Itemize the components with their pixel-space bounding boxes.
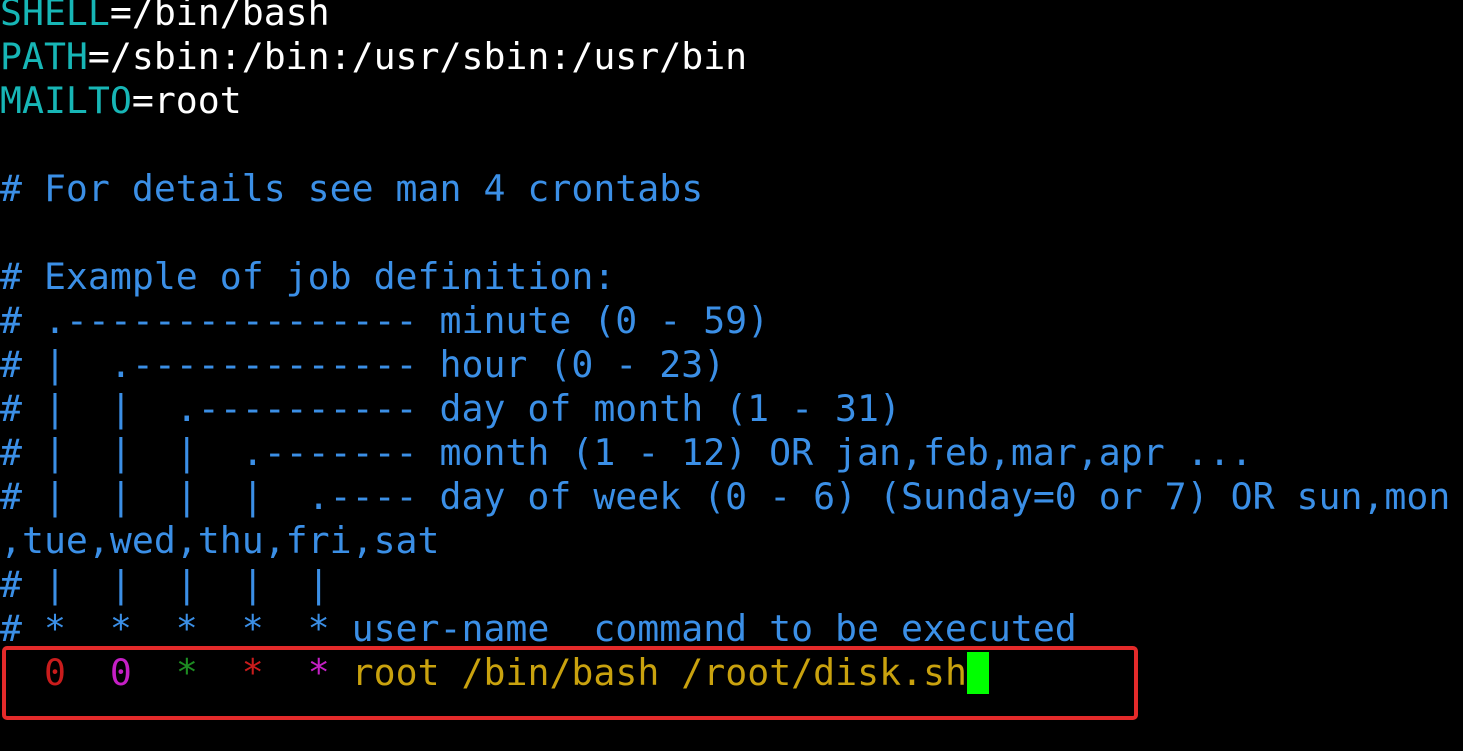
terminal-line: PATH=/sbin:/bin:/usr/sbin:/usr/bin <box>0 35 747 79</box>
terminal-line-wrapped: ,tue,wed,thu,fri,sat <box>0 519 440 563</box>
env-var-name: MAILTO <box>0 79 132 122</box>
terminal-line: # | | | | | <box>0 563 330 607</box>
comment-text: ,tue,wed,thu,fri,sat <box>0 519 440 562</box>
comment-text: # | .------------- hour (0 - 23) <box>0 343 726 386</box>
comment-text: # For details see man 4 crontabs <box>0 167 704 210</box>
terminal-line: # | | | | .---- day of week (0 - 6) (Sun… <box>0 475 1450 519</box>
comment-text: # | | .---------- day of month (1 - 31) <box>0 387 901 430</box>
env-var-value: =/bin/bash <box>109 0 330 34</box>
terminal-line: # Example of job definition: <box>0 255 615 299</box>
terminal-line: # | | .---------- day of month (1 - 31) <box>0 387 901 431</box>
env-var-value: =/sbin:/bin:/usr/sbin:/usr/bin <box>87 35 748 78</box>
terminal-line: # | | | .------- month (1 - 12) OR jan,f… <box>0 431 1253 475</box>
terminal-line: SHELL=/bin/bash <box>0 0 330 35</box>
terminal-line: # For details see man 4 crontabs <box>0 167 703 211</box>
comment-text: # | | | .------- month (1 - 12) OR jan,f… <box>0 431 1253 474</box>
terminal-line: # | .------------- hour (0 - 23) <box>0 343 725 387</box>
comment-text: # Example of job definition: <box>0 255 616 298</box>
env-var-name: PATH <box>0 35 88 78</box>
env-var-name: SHELL <box>0 0 110 34</box>
terminal-line: # * * * * * user-name command to be exec… <box>0 607 1077 651</box>
highlight-annotation-box <box>2 646 1138 720</box>
terminal-line: MAILTO=root <box>0 79 242 123</box>
terminal-line: # .---------------- minute (0 - 59) <box>0 299 769 343</box>
terminal-screen[interactable]: SHELL=/bin/bash PATH=/sbin:/bin:/usr/sbi… <box>0 0 1463 751</box>
comment-text: # .---------------- minute (0 - 59) <box>0 299 770 342</box>
comment-text: # * * * * * user-name command to be exec… <box>0 607 1077 650</box>
comment-text: # | | | | .---- day of week (0 - 6) (Sun… <box>0 475 1451 518</box>
env-var-value: =root <box>131 79 242 122</box>
comment-text: # | | | | | <box>0 563 330 606</box>
